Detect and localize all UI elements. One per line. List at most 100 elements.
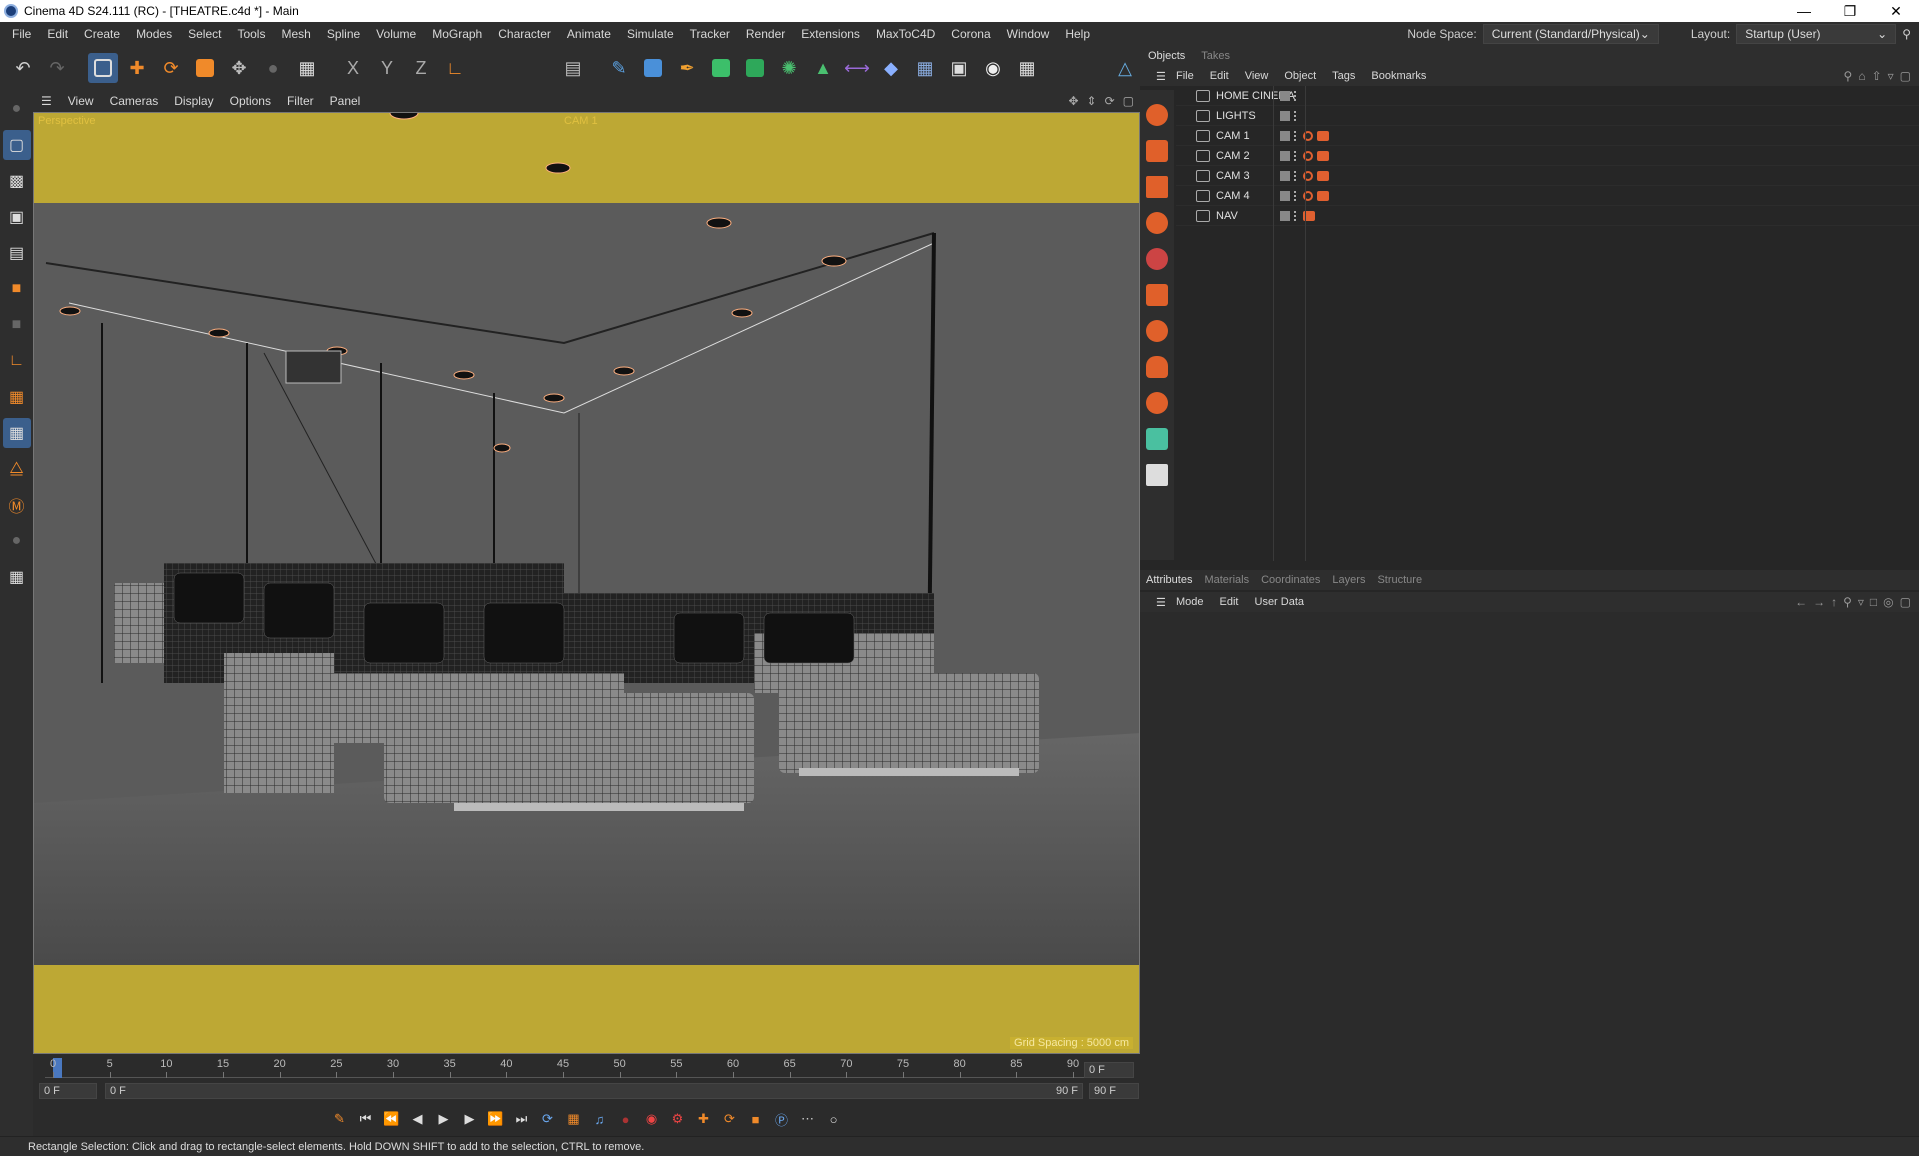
record-disabled-icon[interactable]: ●	[615, 1108, 637, 1130]
forward-arrow-icon[interactable]: →	[1813, 595, 1825, 609]
attr-menu-edit[interactable]: Edit	[1212, 596, 1247, 608]
om-menu-edit[interactable]: Edit	[1202, 70, 1237, 82]
layer-check-icon[interactable]	[1280, 190, 1290, 201]
menu-tools[interactable]: Tools	[229, 27, 273, 41]
close-icon[interactable]: ✕	[1873, 3, 1919, 20]
auto-key-icon[interactable]: ⚙	[667, 1108, 689, 1130]
layers-icon[interactable]	[1143, 424, 1171, 454]
hamburger-icon[interactable]: ☰	[1148, 70, 1174, 83]
camera-tag-icon[interactable]	[1317, 130, 1329, 141]
tab-coordinates[interactable]: Coordinates	[1255, 574, 1326, 586]
menu-volume[interactable]: Volume	[368, 27, 424, 41]
pan-view-icon[interactable]: ✥	[1068, 94, 1078, 108]
selection-tool-icon[interactable]	[88, 53, 118, 83]
up-icon[interactable]: ⇧	[1872, 69, 1882, 83]
column-divider[interactable]	[1273, 86, 1274, 561]
node-space-dropdown[interactable]: Current (Standard/Physical) ⌄	[1482, 24, 1659, 44]
menu-simulate[interactable]: Simulate	[619, 27, 682, 41]
search-icon[interactable]: ⚲	[1843, 595, 1852, 609]
scale-tool-icon[interactable]	[190, 53, 220, 83]
back-arrow-icon[interactable]: ←	[1795, 595, 1807, 609]
light-icon[interactable]: ◉	[978, 53, 1008, 83]
visibility-dots-icon[interactable]	[1294, 110, 1299, 121]
filter-icon[interactable]: ▿	[1858, 595, 1864, 609]
uv-mode-icon[interactable]: ■	[3, 310, 31, 340]
hamburger-icon[interactable]: ☰	[33, 94, 60, 108]
timeline-ruler[interactable]: 0 5 10 15 20 25 30 35 40 45 50 55 60 65 70 75 80 85 90	[45, 1058, 1105, 1078]
move-tool-icon[interactable]: ✚	[122, 53, 152, 83]
tab-takes[interactable]: Takes	[1193, 50, 1238, 62]
loop-icon[interactable]: ⟳	[537, 1108, 559, 1130]
object-row-lights[interactable]: LIGHTS	[1176, 106, 1919, 126]
menu-corona[interactable]: Corona	[943, 27, 998, 41]
y-axis-icon[interactable]: Y	[372, 53, 402, 83]
x-axis-icon[interactable]: X	[338, 53, 368, 83]
go-to-end-icon[interactable]: ⏭	[511, 1108, 533, 1130]
menu-select[interactable]: Select	[180, 27, 229, 41]
play-icon[interactable]: ▶	[433, 1108, 455, 1130]
workplane-icon[interactable]: ▦	[3, 382, 31, 412]
new-panel-icon[interactable]: ▢	[1900, 595, 1911, 609]
s-plugin-icon[interactable]: Ⓜ	[3, 490, 31, 520]
undo-icon[interactable]: ↶	[8, 53, 38, 83]
camera-object-icon[interactable]	[1143, 280, 1171, 310]
recent-tool-icon[interactable]: ●	[258, 53, 288, 83]
key-position-icon[interactable]: ✚	[693, 1108, 715, 1130]
viewport-menu-view[interactable]: View	[60, 94, 102, 108]
menu-spline[interactable]: Spline	[319, 27, 368, 41]
mograph-icon[interactable]: ▲	[808, 53, 838, 83]
minimize-icon[interactable]: —	[1781, 3, 1827, 20]
polygons-mode-icon[interactable]: ■	[3, 274, 31, 304]
key-scale-icon[interactable]: ■	[745, 1108, 767, 1130]
visibility-dots-icon[interactable]	[1294, 90, 1299, 101]
camera-tag-icon[interactable]	[1317, 190, 1329, 201]
column-divider[interactable]	[1305, 86, 1306, 561]
start-frame-field[interactable]: 0 F	[39, 1083, 97, 1099]
visibility-dots-icon[interactable]	[1294, 170, 1299, 181]
coordinate-system-icon[interactable]: ∟	[440, 53, 470, 83]
up-arrow-icon[interactable]: ↑	[1831, 595, 1837, 609]
record-icon[interactable]: ◉	[641, 1108, 663, 1130]
menu-animate[interactable]: Animate	[559, 27, 619, 41]
viewport-menu-filter[interactable]: Filter	[279, 94, 322, 108]
layer-check-icon[interactable]	[1280, 150, 1290, 161]
pen-icon[interactable]: ✒	[672, 53, 702, 83]
settings-doc-icon[interactable]	[1143, 460, 1171, 490]
om-menu-bookmarks[interactable]: Bookmarks	[1363, 70, 1434, 82]
menu-create[interactable]: Create	[76, 27, 128, 41]
previous-key-icon[interactable]: ⏪	[381, 1108, 403, 1130]
om-menu-tags[interactable]: Tags	[1324, 70, 1363, 82]
hamburger-icon[interactable]: ☰	[1148, 596, 1174, 609]
subdivision-icon[interactable]	[706, 53, 736, 83]
tab-layers[interactable]: Layers	[1326, 574, 1371, 586]
cloner-icon[interactable]: ✺	[774, 53, 804, 83]
viewport-menu-panel[interactable]: Panel	[322, 94, 369, 108]
sound-icon[interactable]: ♫	[589, 1108, 611, 1130]
menu-render[interactable]: Render	[738, 27, 793, 41]
object-row-cam-1[interactable]: CAM 1	[1176, 126, 1919, 146]
axis-mode-icon[interactable]: ∟	[3, 346, 31, 376]
light-bulb-icon[interactable]	[1143, 316, 1171, 346]
keyframe-mode-icon[interactable]: ✎	[329, 1108, 351, 1130]
new-panel-icon[interactable]: ▢	[1900, 69, 1911, 83]
home-icon[interactable]: ⌂	[1858, 69, 1865, 83]
menu-window[interactable]: Window	[999, 27, 1058, 41]
current-frame-field[interactable]: 0 F	[1084, 1062, 1134, 1078]
object-row-cam-3[interactable]: CAM 3	[1176, 166, 1919, 186]
perspective-viewport[interactable]: Perspective CAM 1 Grid Spacing: 5000 cm	[33, 112, 1140, 1054]
clapboard-icon[interactable]: ▦	[292, 53, 322, 83]
motion-clip-icon[interactable]: ○	[823, 1108, 845, 1130]
next-frame-icon[interactable]: ▶	[459, 1108, 481, 1130]
joint-icon[interactable]: ⟷	[842, 53, 872, 83]
target-icon[interactable]: ◎	[1883, 595, 1893, 609]
menu-tracker[interactable]: Tracker	[682, 27, 738, 41]
visibility-dots-icon[interactable]	[1294, 130, 1299, 141]
tab-materials[interactable]: Materials	[1198, 574, 1255, 586]
layer-check-icon[interactable]	[1280, 90, 1290, 101]
transform-tool-icon[interactable]: ✥	[224, 53, 254, 83]
viewport-menu-cameras[interactable]: Cameras	[102, 94, 167, 108]
viewport-menu-display[interactable]: Display	[166, 94, 221, 108]
visibility-dots-icon[interactable]	[1294, 150, 1299, 161]
layer-check-icon[interactable]	[1280, 210, 1290, 221]
model-mode-icon[interactable]: ●	[3, 94, 31, 124]
